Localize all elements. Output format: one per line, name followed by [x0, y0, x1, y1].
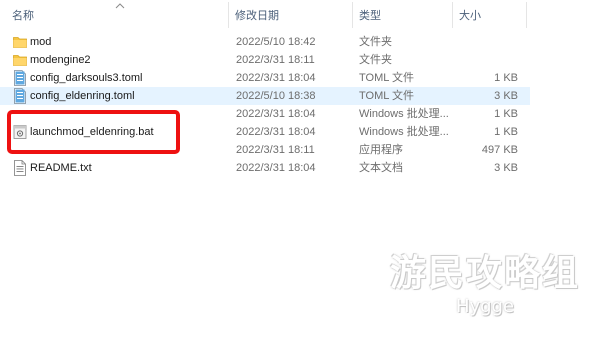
file-type: Windows 批处理...: [359, 108, 449, 120]
watermark: 游民攻略组 Hygge: [390, 244, 580, 334]
file-name: config_eldenring.toml: [30, 90, 135, 102]
file-type: 文件夹: [359, 54, 392, 66]
toml-file-icon: [14, 88, 26, 104]
file-size: [456, 51, 518, 69]
file-date: 2022/3/31 18:11: [236, 54, 315, 66]
file-name: config_darksouls3.toml: [30, 72, 143, 84]
file-date: 2022/3/31 18:04: [236, 126, 316, 138]
file-size: 1 KB: [494, 126, 518, 138]
column-date-header[interactable]: 修改日期: [229, 0, 351, 30]
file-size: [456, 33, 518, 51]
file-type: Windows 批处理...: [359, 126, 449, 138]
text-file-icon: [14, 160, 26, 176]
watermark-author: Hygge: [455, 296, 515, 317]
column-header: 名称 修改日期 类型 大小: [0, 0, 600, 30]
file-size: 1 KB: [494, 72, 518, 84]
toml-file-icon: [14, 70, 26, 86]
file-date: 2022/3/31 18:04: [236, 72, 316, 84]
folder-icon: [13, 37, 27, 48]
file-name: modengine2: [30, 54, 91, 66]
file-size: 3 KB: [494, 162, 518, 174]
file-row[interactable]: config_eldenring.toml 2022/5/10 18:38 TO…: [0, 87, 530, 105]
column-divider[interactable]: [526, 2, 527, 28]
column-size-label: 大小: [459, 10, 481, 22]
file-size: 497 KB: [481, 144, 518, 156]
watermark-logo-text: 游民攻略组: [390, 253, 581, 294]
column-date-label: 修改日期: [235, 10, 279, 22]
highlight-box: [7, 110, 180, 154]
file-name: README.txt: [30, 162, 92, 174]
column-type-label: 类型: [359, 10, 381, 22]
file-row[interactable]: config_darksouls3.toml 2022/3/31 18:04 T…: [0, 69, 530, 87]
folder-icon: [13, 55, 27, 66]
file-row[interactable]: modengine2 2022/3/31 18:11 文件夹: [0, 51, 530, 69]
file-size: 1 KB: [494, 108, 518, 120]
file-name: mod: [30, 36, 52, 48]
file-date: 2022/3/31 18:04: [236, 162, 316, 174]
column-name-label: 名称: [12, 10, 34, 22]
file-date: 2022/5/10 18:42: [236, 36, 316, 48]
column-size-header[interactable]: 大小: [453, 0, 525, 30]
column-type-header[interactable]: 类型: [353, 0, 451, 30]
file-date: 2022/3/31 18:11: [236, 144, 315, 156]
file-type: 文本文档: [359, 162, 403, 174]
file-type: TOML 文件: [359, 72, 415, 84]
sort-ascending-icon: [115, 3, 125, 9]
file-type: 应用程序: [359, 144, 403, 156]
file-type: 文件夹: [359, 36, 392, 48]
file-date: 2022/5/10 18:38: [236, 90, 316, 102]
file-size: 3 KB: [494, 90, 518, 102]
file-row[interactable]: README.txt 2022/3/31 18:04 文本文档 3 KB: [0, 159, 530, 177]
file-type: TOML 文件: [359, 90, 415, 102]
file-date: 2022/3/31 18:04: [236, 108, 316, 120]
file-row[interactable]: mod 2022/5/10 18:42 文件夹: [0, 33, 530, 51]
